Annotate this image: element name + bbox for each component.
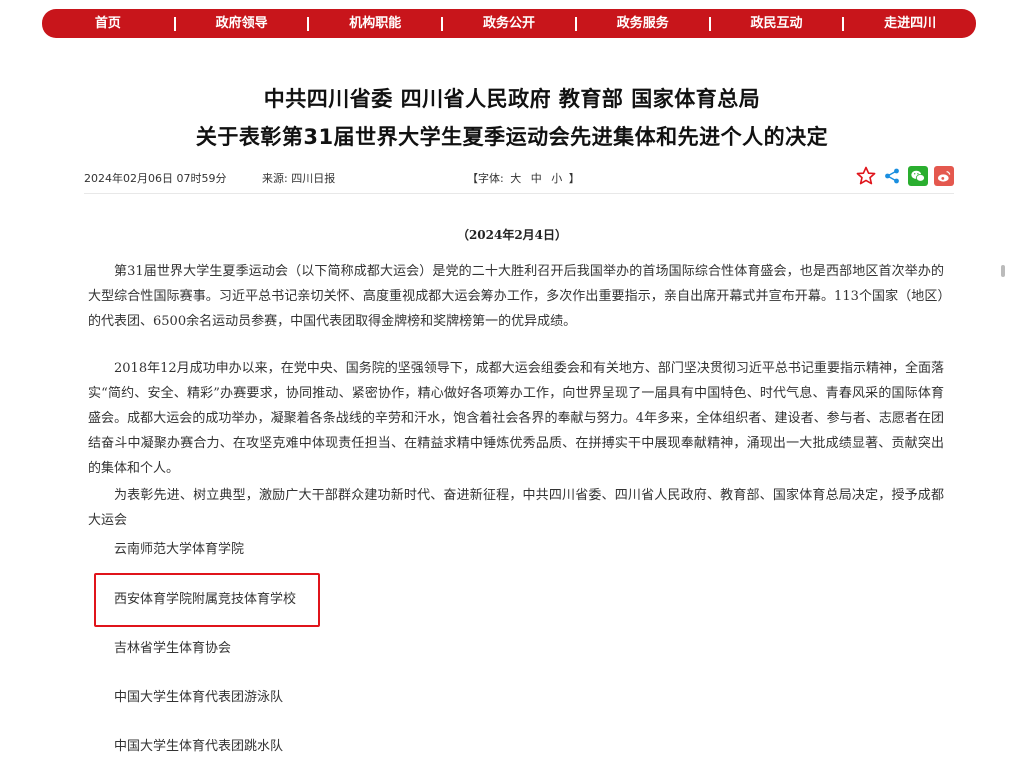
article-paragraph-3: 为表彰先进、树立典型，激励广大干部群众建功新时代、奋进新征程，中共四川省委、四川…: [88, 488, 944, 528]
font-size-medium[interactable]: 中: [531, 172, 542, 185]
highlight-annotation-box: [94, 573, 320, 627]
weibo-icon[interactable]: [934, 166, 954, 186]
nav-government-leaders[interactable]: 政府领导: [176, 9, 308, 38]
font-size-large[interactable]: 大: [510, 172, 521, 185]
article-title-line-2: 关于表彰第31届世界大学生夏季运动会先进集体和先进个人的决定: [195, 125, 829, 149]
nav-about-sichuan[interactable]: 走进四川: [844, 9, 976, 38]
article-title-line-1: 中共四川省委 四川省人民政府 教育部 国家体育总局: [263, 87, 761, 111]
font-size-small[interactable]: 小: [551, 172, 562, 185]
scrollbar-thumb[interactable]: [1001, 265, 1005, 277]
article-paragraph-2: 2018年12月成功申办以来，在党中央、国务院的坚强领导下，成都大运会组委会和有…: [88, 361, 944, 476]
nav-agency-functions[interactable]: 机构职能: [309, 9, 441, 38]
font-size-close-bracket: 】: [568, 172, 580, 185]
star-icon[interactable]: [856, 166, 876, 186]
honoree-item: 云南师范大学体育学院: [114, 542, 245, 557]
honoree-item: 吉林省学生体育协会: [114, 641, 232, 656]
article-meta: 2024年02月06日 07时59分 来源: 四川日报 【字体: 大 中 小 】: [84, 166, 954, 188]
nav-government-services[interactable]: 政务服务: [577, 9, 709, 38]
decision-date: （2024年2月4日）: [456, 228, 568, 242]
share-toolbar: [856, 166, 954, 186]
article-source: 来源: 四川日报: [262, 172, 336, 185]
meta-divider: [84, 193, 954, 194]
honoree-item: 中国大学生体育代表团游泳队: [114, 690, 284, 705]
honoree-item: 中国大学生体育代表团跳水队: [114, 739, 284, 754]
wechat-icon[interactable]: [908, 166, 928, 186]
publish-time: 2024年02月06日 07时59分: [84, 172, 227, 185]
main-navigation: 首页 政府领导 机构职能 政务公开 政务服务 政民互动 走进四川: [42, 9, 976, 38]
nav-public-interaction[interactable]: 政民互动: [711, 9, 843, 38]
share-icon[interactable]: [882, 166, 902, 186]
font-size-control: 【字体: 大 中 小 】: [467, 170, 580, 186]
nav-home[interactable]: 首页: [42, 9, 174, 38]
font-size-label: 【字体:: [467, 172, 504, 185]
nav-government-affairs-disclosure[interactable]: 政务公开: [443, 9, 575, 38]
article-paragraph-1: 第31届世界大学生夏季运动会（以下简称成都大运会）是党的二十大胜利召开后我国举办…: [88, 264, 944, 329]
